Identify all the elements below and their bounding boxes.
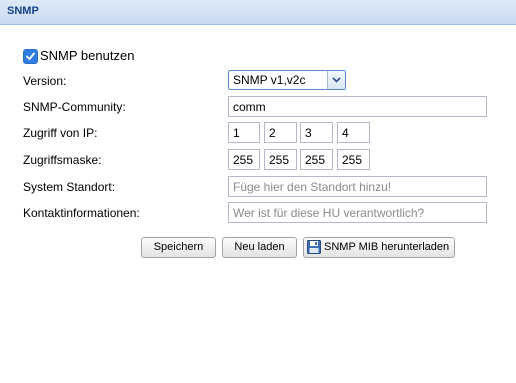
save-button[interactable]: Speichern: [141, 237, 216, 258]
access-ip-octet-4[interactable]: 4: [337, 122, 370, 143]
chevron-down-icon: [332, 77, 341, 83]
access-mask-octet-4[interactable]: 255: [337, 149, 370, 170]
access-ip-octet-2[interactable]: 2: [264, 122, 297, 143]
reload-button-label: Neu laden: [234, 241, 285, 253]
download-mib-button-label: SNMP MIB herunterladen: [324, 241, 450, 253]
contact-label: Kontaktinformationen:: [23, 206, 140, 220]
panel-header: SNMP: [0, 0, 516, 25]
community-input[interactable]: comm: [228, 96, 487, 117]
check-icon: [26, 52, 35, 60]
contact-input[interactable]: Wer ist für diese HU verantwortlich?: [228, 202, 487, 223]
version-select-trigger[interactable]: [327, 71, 345, 89]
access-ip-octet-3[interactable]: 3: [300, 122, 333, 143]
location-input[interactable]: Füge hier den Standort hinzu!: [228, 176, 487, 197]
floppy-disk-icon: [307, 240, 321, 254]
version-select-value: SNMP v1,v2c: [233, 73, 306, 87]
panel-title: SNMP: [7, 5, 39, 17]
access-mask-octet-1[interactable]: 255: [228, 149, 260, 170]
save-button-label: Speichern: [153, 241, 204, 253]
access-mask-octet-3[interactable]: 255: [300, 149, 333, 170]
version-select[interactable]: SNMP v1,v2c: [228, 70, 346, 90]
access-mask-octet-2[interactable]: 255: [264, 149, 297, 170]
snmp-enable-checkbox[interactable]: [23, 49, 38, 64]
location-label: System Standort:: [23, 180, 116, 194]
access-ip-octet-1[interactable]: 1: [228, 122, 260, 143]
reload-button[interactable]: Neu laden: [222, 237, 297, 258]
community-label: SNMP-Community:: [23, 100, 126, 114]
version-label: Version:: [23, 74, 67, 88]
access-ip-label: Zugriff von IP:: [23, 126, 98, 140]
snmp-enable-label[interactable]: SNMP benutzen: [40, 48, 134, 63]
access-mask-label: Zugriffsmaske:: [23, 153, 102, 167]
download-mib-button[interactable]: SNMP MIB herunterladen: [303, 237, 455, 258]
